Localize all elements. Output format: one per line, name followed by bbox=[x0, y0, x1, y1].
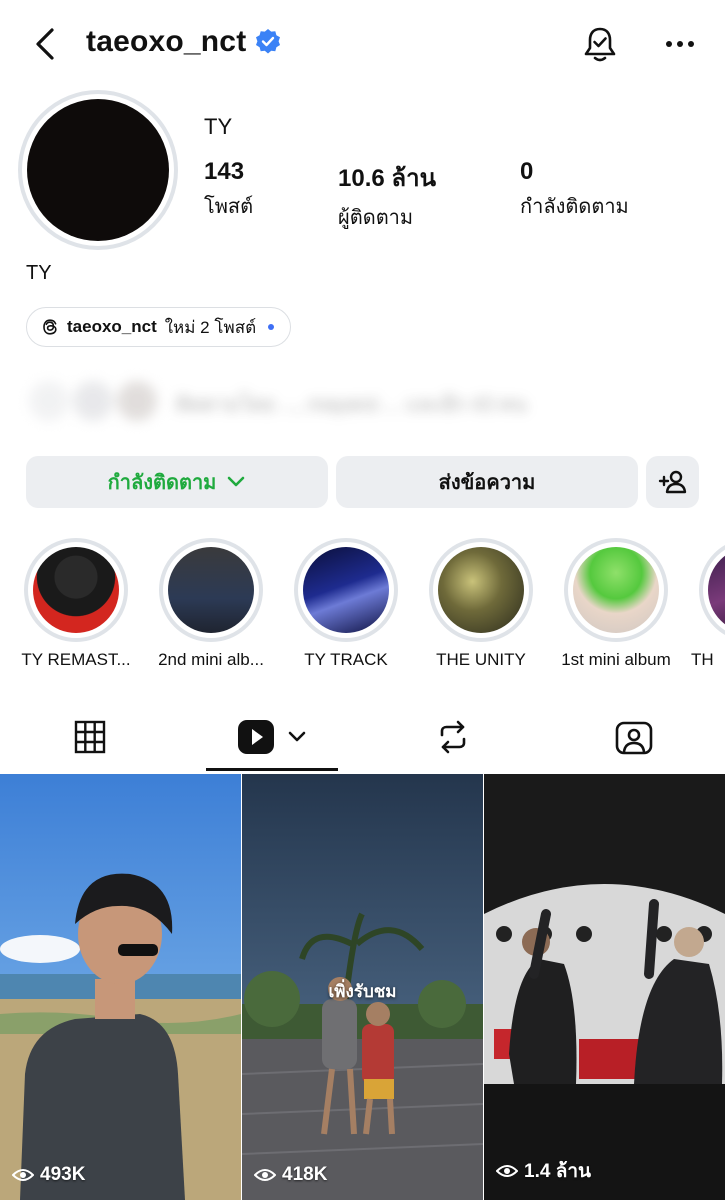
back-arrow-icon[interactable] bbox=[28, 24, 68, 64]
highlight-cover bbox=[708, 547, 725, 633]
highlight-label: TY REMAST... bbox=[21, 650, 131, 669]
tab-grid[interactable] bbox=[30, 702, 150, 772]
repost-icon bbox=[440, 720, 466, 754]
username-row: taeoxo_nct bbox=[86, 25, 282, 59]
reels-icon bbox=[238, 720, 274, 754]
followed-by-avatars bbox=[26, 378, 166, 424]
view-count-text: 1.4 ล้าน bbox=[524, 1161, 591, 1182]
reel-thumbnail[interactable]: 493K bbox=[0, 774, 241, 1200]
highlight-cover bbox=[573, 547, 659, 633]
message-button[interactable]: ส่งข้อความ bbox=[336, 456, 638, 508]
reel-cover-image bbox=[0, 774, 241, 1200]
highlight-item[interactable]: TY REMAST... bbox=[16, 538, 136, 670]
reel-cover-image bbox=[484, 774, 725, 1200]
tab-tagged[interactable] bbox=[574, 702, 694, 772]
highlight-cover bbox=[33, 547, 119, 633]
following-label: กำลังติดตาม bbox=[520, 196, 629, 218]
highlight-ring bbox=[294, 538, 398, 642]
highlight-item[interactable]: 2nd mini alb... bbox=[151, 538, 271, 670]
stat-posts[interactable]: 143 โพสต์ bbox=[204, 158, 253, 222]
eye-icon bbox=[496, 1165, 518, 1177]
highlight-ring bbox=[24, 538, 128, 642]
grid-icon bbox=[74, 720, 106, 754]
view-count-text: 493K bbox=[40, 1164, 86, 1185]
tagged-icon bbox=[615, 721, 653, 755]
profile-tabs bbox=[0, 702, 725, 772]
eye-icon bbox=[254, 1169, 276, 1181]
add-friend-button[interactable] bbox=[646, 456, 699, 508]
profile-header: taeoxo_nct bbox=[0, 0, 725, 90]
view-count-text: 418K bbox=[282, 1164, 328, 1185]
avatar-image bbox=[27, 99, 169, 241]
highlight-item[interactable]: TH bbox=[691, 538, 725, 670]
follower-avatar bbox=[70, 378, 116, 424]
follower-avatar bbox=[26, 378, 72, 424]
username: taeoxo_nct bbox=[86, 25, 247, 58]
highlight-cover bbox=[168, 547, 254, 633]
followers-label: ผู้ติดตาม bbox=[338, 207, 414, 229]
highlight-label: 1st mini album bbox=[561, 650, 671, 669]
highlight-item[interactable]: 1st mini album bbox=[556, 538, 676, 670]
message-button-label: ส่งข้อความ bbox=[438, 472, 536, 494]
threads-handle: taeoxo_nct bbox=[67, 317, 157, 336]
highlight-label: 2nd mini alb... bbox=[158, 650, 264, 669]
view-count: 493K bbox=[12, 1164, 85, 1186]
bio-name: TY bbox=[26, 262, 52, 284]
notification-bell-icon[interactable] bbox=[580, 24, 620, 64]
followed-by-text: ติดตามโดย ..., mayarsi ... และอีก 43 คน bbox=[176, 394, 527, 416]
chevron-down-icon bbox=[228, 476, 245, 487]
profile-avatar[interactable] bbox=[18, 90, 178, 250]
highlight-ring bbox=[699, 538, 725, 642]
highlight-label: TY TRACK bbox=[304, 650, 388, 669]
following-button[interactable]: กำลังติดตาม bbox=[26, 456, 328, 508]
highlight-item[interactable]: THE UNITY bbox=[421, 538, 541, 670]
view-count: 1.4 ล้าน bbox=[496, 1156, 591, 1186]
followers-count: 10.6 ล้าน bbox=[338, 165, 436, 192]
verified-badge-icon bbox=[256, 29, 281, 54]
view-count: 418K bbox=[254, 1164, 327, 1186]
unread-dot bbox=[268, 324, 275, 330]
chevron-down-icon bbox=[288, 731, 306, 742]
highlight-ring bbox=[159, 538, 263, 642]
reel-thumbnail[interactable]: เพิ่งรับชม 418K bbox=[242, 774, 483, 1200]
highlight-ring bbox=[429, 538, 533, 642]
recently-watched-badge: เพิ่งรับชม bbox=[328, 982, 397, 1001]
highlight-label: TH bbox=[691, 650, 714, 669]
story-highlights[interactable]: TY REMAST... 2nd mini alb... TY TRACK TH… bbox=[0, 538, 725, 678]
followed-by-row[interactable]: ติดตามโดย ..., mayarsi ... และอีก 43 คน bbox=[26, 372, 706, 428]
more-options-icon[interactable] bbox=[662, 30, 698, 58]
stat-following[interactable]: 0 กำลังติดตาม bbox=[520, 158, 629, 222]
tab-reels[interactable] bbox=[206, 702, 338, 772]
display-name: TY bbox=[204, 114, 233, 139]
highlight-label: THE UNITY bbox=[436, 650, 526, 669]
following-button-label: กำลังติดตาม bbox=[107, 472, 217, 494]
threads-icon bbox=[43, 319, 57, 335]
highlight-cover bbox=[438, 547, 524, 633]
follower-avatar bbox=[114, 378, 160, 424]
following-count: 0 bbox=[520, 158, 534, 185]
eye-icon bbox=[12, 1169, 34, 1181]
highlight-item[interactable]: TY TRACK bbox=[286, 538, 406, 670]
tab-reposts[interactable] bbox=[393, 702, 513, 772]
threads-link[interactable]: taeoxo_nct ใหม่ 2 โพสต์ bbox=[26, 307, 292, 347]
highlight-ring bbox=[564, 538, 668, 642]
posts-label: โพสต์ bbox=[204, 196, 254, 218]
reel-thumbnail[interactable]: 1.4 ล้าน bbox=[484, 774, 725, 1200]
posts-count: 143 bbox=[204, 158, 245, 185]
reels-grid: 493K เพิ่งรับชม 418K 1.4 ล้าน bbox=[0, 774, 725, 1200]
threads-new-posts: ใหม่ 2 โพสต์ bbox=[164, 317, 257, 337]
add-person-icon bbox=[658, 470, 686, 494]
highlight-cover bbox=[303, 547, 389, 633]
stat-followers[interactable]: 10.6 ล้าน ผู้ติดตาม bbox=[338, 158, 436, 233]
active-tab-indicator bbox=[206, 768, 338, 771]
